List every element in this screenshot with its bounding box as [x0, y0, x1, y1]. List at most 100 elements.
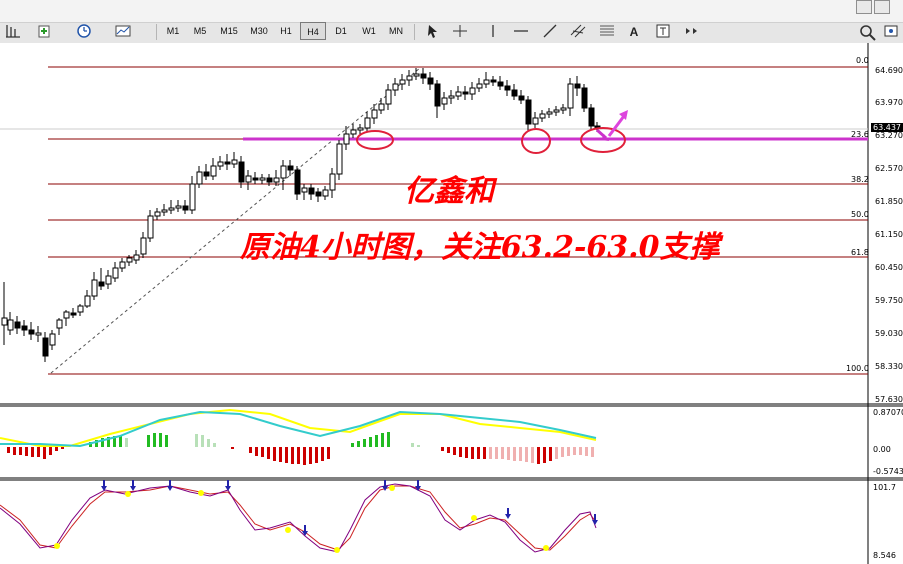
candle-body: [266, 177, 273, 183]
macd-histogram-bar: [321, 447, 324, 461]
macd-histogram-bar: [555, 447, 558, 459]
vertical-line-icon[interactable]: [484, 23, 502, 39]
macd-histogram-bar: [285, 447, 288, 463]
clock-icon[interactable]: [75, 23, 93, 39]
candle-body: [385, 89, 392, 105]
new-chart-icon[interactable]: [4, 23, 22, 39]
arrows-icon[interactable]: [683, 23, 701, 39]
macd-histogram-bar: [31, 447, 34, 457]
macd-histogram-bar: [119, 436, 122, 447]
candle-body: [448, 95, 455, 99]
macd-histogram-bar: [37, 447, 40, 457]
candle-body: [49, 333, 56, 346]
macd-histogram-bar: [315, 447, 318, 463]
macd-histogram-bar: [297, 447, 300, 464]
timeframe-w1[interactable]: W1: [356, 22, 382, 40]
fib-level-label: 50.0: [851, 210, 869, 219]
macd-histogram-bar: [477, 447, 480, 459]
price-axis-label: 63.270: [875, 131, 903, 140]
candle-body: [315, 191, 322, 197]
macd-histogram-bar: [531, 447, 534, 463]
candle-body: [392, 83, 399, 91]
new-order-icon[interactable]: [36, 23, 54, 39]
macd-histogram-bar: [207, 439, 210, 447]
macd-histogram-bar: [261, 447, 264, 457]
macd-histogram-bar: [309, 447, 312, 464]
price-axis-label: 61.850: [875, 197, 903, 206]
macd-histogram-bar: [537, 447, 540, 464]
timeframe-h1[interactable]: H1: [273, 22, 299, 40]
macd-histogram-bar: [417, 445, 420, 447]
candle-body: [350, 129, 357, 135]
macd-histogram-bar: [381, 433, 384, 447]
price-chart[interactable]: [0, 43, 903, 564]
candle-body: [343, 133, 350, 145]
channel-icon[interactable]: [569, 23, 587, 39]
macd-histogram-bar: [387, 432, 390, 447]
macd-axis-top: 0.87070: [873, 408, 903, 417]
price-axis-label: 64.690: [875, 66, 903, 75]
candle-body: [70, 312, 77, 316]
timeframe-d1[interactable]: D1: [328, 22, 354, 40]
text-label-icon[interactable]: [654, 23, 672, 39]
macd-histogram-bar: [19, 447, 22, 455]
stoch-axis-bottom: 8.546: [873, 551, 896, 560]
candle-body: [371, 109, 378, 119]
macd-histogram-bar: [567, 447, 570, 456]
horizontal-line-icon[interactable]: [512, 23, 530, 39]
candle-body: [21, 325, 28, 331]
candle-body: [231, 159, 238, 165]
macd-histogram-bar: [49, 447, 52, 455]
macd-histogram-bar: [573, 447, 576, 455]
macd-histogram-bar: [7, 447, 10, 453]
candle-body: [161, 209, 168, 213]
search-icon[interactable]: [858, 23, 878, 41]
candle-body: [497, 81, 504, 87]
macd-histogram-bar: [13, 447, 16, 455]
navigator-icon[interactable]: [882, 23, 900, 39]
candle-body: [588, 107, 595, 127]
macd-histogram-bar: [471, 447, 474, 459]
chart-template-icon[interactable]: [114, 23, 132, 39]
timeframe-mn[interactable]: MN: [383, 22, 409, 40]
cursor-icon[interactable]: [424, 23, 442, 39]
timeframe-m30[interactable]: M30: [245, 22, 273, 40]
trendline-icon[interactable]: [541, 23, 559, 39]
macd-histogram-bar: [201, 435, 204, 447]
candle-body: [175, 205, 182, 209]
timeframe-m1[interactable]: M1: [160, 22, 186, 40]
candle-body: [406, 75, 413, 81]
toolbar: M1 M5 M15 M30 H1 H4 D1 W1 MN A: [0, 0, 903, 43]
chart-area[interactable]: [0, 43, 903, 564]
fibonacci-icon[interactable]: [598, 23, 616, 39]
minimize-button[interactable]: [856, 0, 872, 14]
macd-histogram-bar: [411, 443, 414, 447]
timeframe-m5[interactable]: M5: [187, 22, 213, 40]
macd-histogram-bar: [507, 447, 510, 460]
macd-axis-zero: 0.00: [873, 445, 891, 454]
text-icon[interactable]: A: [627, 24, 641, 40]
restore-button[interactable]: [874, 0, 890, 14]
price-axis-label: 63.970: [875, 98, 903, 107]
candle-body: [140, 237, 147, 255]
stoch-sell-arrow: [167, 486, 173, 491]
macd-signal-line: [0, 408, 597, 447]
candle-body: [574, 83, 581, 89]
fib-level-label: 100.0: [846, 364, 869, 373]
crosshair-icon[interactable]: [451, 23, 469, 39]
candle-body: [434, 83, 441, 107]
candle-body: [553, 109, 560, 113]
macd-histogram-bar: [447, 447, 450, 453]
macd-histogram-bar: [549, 447, 552, 461]
candle-body: [420, 73, 427, 79]
macd-histogram-bar: [363, 439, 366, 447]
stoch-sell-arrow: [505, 514, 511, 519]
candle-body: [567, 83, 574, 109]
candle-body: [84, 295, 91, 307]
price-axis-label: 58.330: [875, 362, 903, 371]
timeframe-m15[interactable]: M15: [214, 22, 244, 40]
stoch-main-line: [0, 483, 597, 553]
candle-body: [189, 183, 196, 211]
macd-histogram-bar: [159, 433, 162, 447]
timeframe-h4[interactable]: H4: [300, 22, 326, 40]
